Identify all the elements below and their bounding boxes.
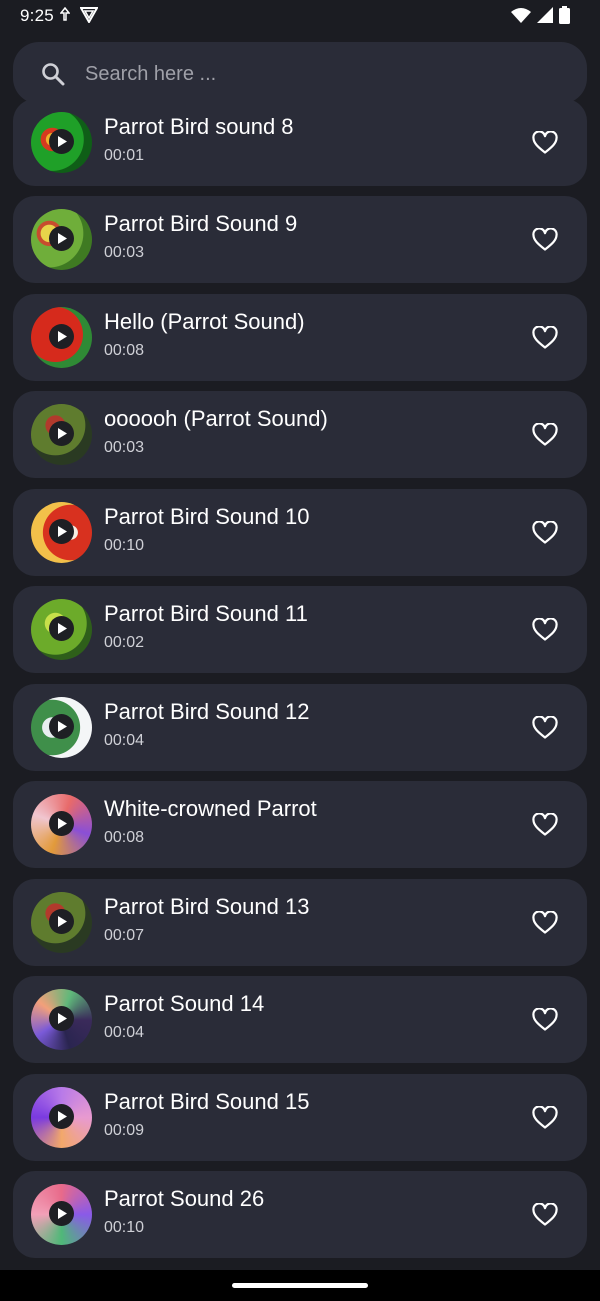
- heart-icon[interactable]: [532, 131, 558, 154]
- play-button[interactable]: [49, 616, 74, 641]
- play-button[interactable]: [49, 421, 74, 446]
- sound-list-item[interactable]: White-crowned Parrot 00:08: [13, 781, 587, 868]
- sound-title: Parrot Bird Sound 10: [104, 504, 310, 529]
- status-time: 9:25: [20, 6, 54, 25]
- heart-icon[interactable]: [532, 1106, 558, 1129]
- heart-icon[interactable]: [532, 1008, 558, 1031]
- sound-duration: 00:08: [104, 829, 145, 846]
- search-bar[interactable]: [13, 42, 587, 104]
- sound-list-item[interactable]: Parrot Bird Sound 9 00:03: [13, 196, 587, 283]
- play-button[interactable]: [49, 226, 74, 251]
- heart-icon[interactable]: [532, 326, 558, 349]
- sound-list-item[interactable]: Parrot Sound 26 00:10: [13, 1171, 587, 1258]
- status-right-icons: [511, 6, 570, 24]
- play-button[interactable]: [49, 909, 74, 934]
- heart-icon[interactable]: [532, 228, 558, 251]
- vpn-shield-icon: [80, 7, 98, 23]
- sound-duration: 00:03: [104, 244, 145, 261]
- play-button[interactable]: [49, 129, 74, 154]
- heart-icon[interactable]: [532, 618, 558, 641]
- sound-duration: 00:04: [104, 1024, 145, 1041]
- sound-title: Parrot Bird Sound 12: [104, 699, 310, 724]
- sound-duration: 00:07: [104, 927, 145, 944]
- sound-list-item[interactable]: Parrot Bird sound 8 00:01: [13, 99, 587, 186]
- sound-list-item[interactable]: oooooh (Parrot Sound) 00:03: [13, 391, 587, 478]
- search-icon: [42, 63, 65, 86]
- wifi-icon: [511, 8, 531, 23]
- heart-icon[interactable]: [532, 423, 558, 446]
- sound-list: Parrot Bird sound 8 00:01 Parrot Bird So…: [0, 0, 600, 1270]
- search-input[interactable]: [83, 54, 567, 94]
- sound-title: Parrot Bird Sound 9: [104, 211, 298, 236]
- status-left-icons: [60, 7, 98, 23]
- sound-list-item[interactable]: Parrot Bird Sound 11 00:02: [13, 586, 587, 673]
- sound-duration: 00:10: [104, 537, 145, 554]
- signal-icon: [537, 7, 553, 23]
- sound-list-item[interactable]: Hello (Parrot Sound) 00:08: [13, 294, 587, 381]
- heart-icon[interactable]: [532, 813, 558, 836]
- play-button[interactable]: [49, 1201, 74, 1226]
- sound-duration: 00:10: [104, 1219, 145, 1236]
- sound-title: Parrot Sound 26: [104, 1186, 265, 1211]
- sound-title: White-crowned Parrot: [104, 796, 317, 821]
- heart-icon[interactable]: [532, 521, 558, 544]
- heart-icon[interactable]: [532, 1203, 558, 1226]
- play-button[interactable]: [49, 811, 74, 836]
- play-button[interactable]: [49, 1104, 74, 1129]
- sound-title: Parrot Bird Sound 15: [104, 1089, 310, 1114]
- heart-icon[interactable]: [532, 716, 558, 739]
- heart-icon[interactable]: [532, 911, 558, 934]
- sound-title: Parrot Sound 14: [104, 991, 265, 1016]
- play-button[interactable]: [49, 519, 74, 544]
- sound-duration: 00:03: [104, 439, 145, 456]
- sound-list-item[interactable]: Parrot Bird Sound 15 00:09: [13, 1074, 587, 1161]
- sound-title: Hello (Parrot Sound): [104, 309, 305, 334]
- play-button[interactable]: [49, 714, 74, 739]
- sound-title: Parrot Bird sound 8: [104, 114, 294, 139]
- sound-duration: 00:09: [104, 1122, 145, 1139]
- sound-title: oooooh (Parrot Sound): [104, 406, 328, 431]
- sound-duration: 00:04: [104, 732, 145, 749]
- sound-list-item[interactable]: Parrot Bird Sound 10 00:10: [13, 489, 587, 576]
- sound-duration: 00:08: [104, 342, 145, 359]
- sound-duration: 00:01: [104, 147, 145, 164]
- sound-duration: 00:02: [104, 634, 145, 651]
- battery-icon: [559, 6, 570, 24]
- navigation-bar: [0, 1270, 600, 1301]
- sound-title: Parrot Bird Sound 13: [104, 894, 310, 919]
- sound-list-item[interactable]: Parrot Sound 14 00:04: [13, 976, 587, 1063]
- sound-list-item[interactable]: Parrot Bird Sound 13 00:07: [13, 879, 587, 966]
- data-saver-icon: [60, 7, 70, 21]
- play-button[interactable]: [49, 324, 74, 349]
- status-bar: 9:25: [0, 0, 600, 32]
- sound-list-item[interactable]: Parrot Bird Sound 12 00:04: [13, 684, 587, 771]
- home-gesture-handle[interactable]: [232, 1283, 368, 1288]
- sound-title: Parrot Bird Sound 11: [104, 601, 308, 626]
- play-button[interactable]: [49, 1006, 74, 1031]
